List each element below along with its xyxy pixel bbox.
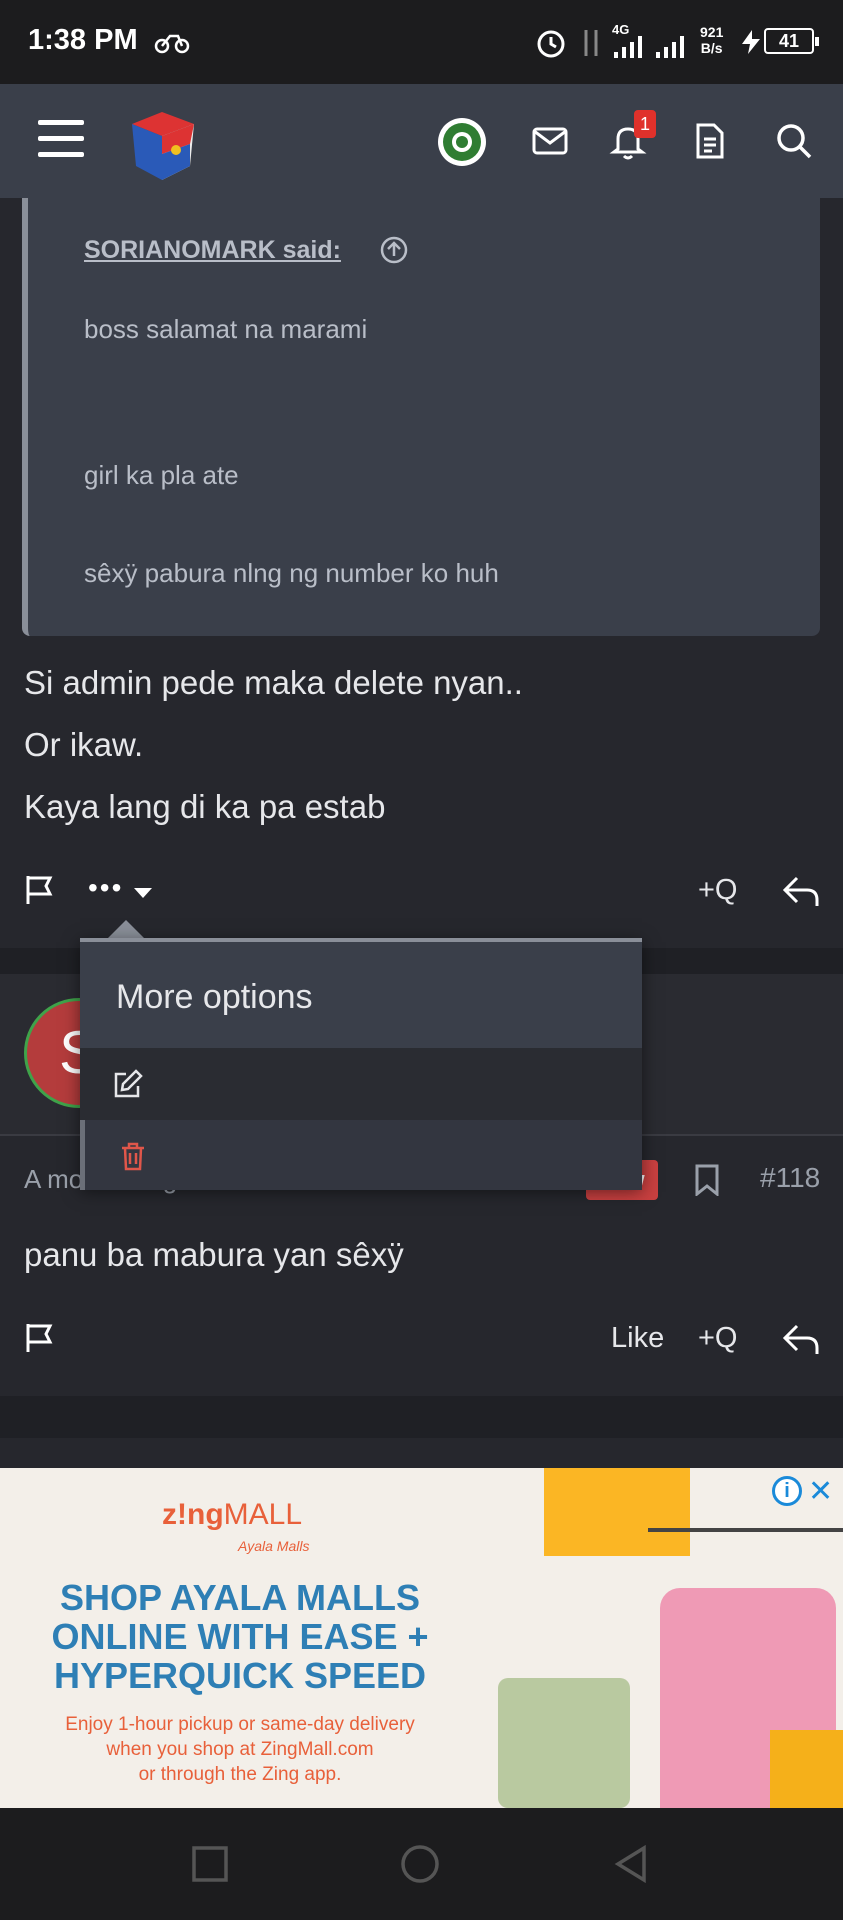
menu-item-delete[interactable]: [80, 1120, 642, 1190]
ad-body: Enjoy 1-hour pickup or same-day delivery…: [30, 1712, 450, 1787]
status-time: 1:38 PM: [28, 24, 138, 56]
reply-icon[interactable]: [781, 874, 821, 910]
recent-apps-icon[interactable]: [190, 1844, 230, 1884]
net-speed-value: 921: [700, 24, 724, 40]
site-logo[interactable]: [122, 104, 202, 184]
ad-headline-line: HYPERQUICK SPEED: [53, 1655, 427, 1696]
edit-icon: [114, 1069, 143, 1098]
ad-decoration: [648, 1528, 843, 1532]
motorbike-icon: [154, 34, 190, 54]
quote-line: boss salamat na marami: [84, 314, 368, 344]
document-icon[interactable]: [688, 119, 732, 163]
net-speed: 921 B/s: [700, 24, 723, 56]
ad-headline-line: ONLINE WITH EASE +: [51, 1616, 429, 1657]
ad-body-line: Enjoy 1-hour pickup or same-day delivery: [65, 1714, 415, 1735]
battery-level: 41: [764, 28, 819, 54]
quote-line: girl ka pla ate: [84, 460, 239, 490]
mail-icon[interactable]: [528, 119, 572, 163]
menu-title: More options: [116, 978, 313, 1016]
advertisement-banner[interactable]: z!ngMALL Ayala Malls SHOP AYALA MALLS ON…: [0, 1468, 843, 1808]
ad-logo-zing: z!ng: [162, 1498, 224, 1531]
post-text-line: Or ikaw.: [24, 726, 144, 763]
menu-pointer: [106, 920, 146, 940]
trash-icon: [122, 1142, 144, 1171]
ad-product-image: [498, 1678, 630, 1808]
ad-logo: z!ngMALL: [162, 1498, 302, 1532]
signal-icon: [614, 36, 684, 58]
user-avatar-icon[interactable]: [436, 116, 488, 168]
post-divider: [0, 1396, 843, 1438]
alarm-icon: [537, 30, 565, 58]
ad-close-icon[interactable]: ✕: [808, 1474, 833, 1509]
like-button[interactable]: Like: [611, 1322, 664, 1355]
home-icon[interactable]: [400, 1844, 440, 1884]
post-text-line: Kaya lang di ka pa estab: [24, 788, 386, 825]
status-bar: 1:38 PM 4G 921 B/s 41: [0, 0, 843, 84]
data-transfer-icon: [584, 30, 598, 56]
post-text: panu ba mabura yan sêxÿ: [24, 1236, 404, 1273]
network-type: 4G: [612, 22, 630, 37]
charging-icon: [742, 30, 760, 54]
quote-block: SORIANOMARK said: boss salamat na marami…: [22, 198, 820, 636]
ad-body-line: or through the Zing app.: [138, 1764, 342, 1785]
search-icon[interactable]: [772, 119, 816, 163]
menu-icon[interactable]: [38, 120, 84, 160]
quote-author-link[interactable]: SORIANOMARK said:: [84, 236, 341, 265]
post-text-line: Si admin pede maka delete nyan..: [24, 664, 523, 701]
ad-decoration: [770, 1730, 843, 1808]
multi-quote-button[interactable]: +Q: [698, 874, 738, 907]
report-flag-icon[interactable]: [24, 1322, 56, 1354]
chevron-down-icon[interactable]: [134, 888, 152, 898]
report-flag-icon[interactable]: [24, 874, 56, 906]
back-icon[interactable]: [612, 1844, 652, 1884]
system-navigation-bar: [0, 1808, 843, 1920]
ad-logo-sub: Ayala Malls: [238, 1538, 310, 1554]
top-navigation: 1: [0, 84, 843, 198]
notification-badge: 1: [634, 110, 656, 138]
more-options-menu: More options: [80, 938, 642, 1190]
more-options-button[interactable]: •••: [88, 872, 123, 904]
arrow-up-circle-icon[interactable]: [380, 236, 408, 264]
menu-item-edit[interactable]: [80, 1048, 642, 1118]
ad-logo-mall: MALL: [223, 1498, 303, 1531]
net-speed-unit: B/s: [700, 40, 723, 56]
ad-info-icon[interactable]: i: [772, 1476, 802, 1506]
reply-icon[interactable]: [781, 1322, 821, 1358]
post-number-link[interactable]: #118: [760, 1162, 820, 1194]
ad-body-line: when you shop at ZingMall.com: [106, 1739, 374, 1760]
bookmark-icon[interactable]: [694, 1164, 720, 1196]
ad-headline-line: SHOP AYALA MALLS: [59, 1577, 421, 1618]
ad-decoration: [544, 1468, 690, 1556]
ad-headline: SHOP AYALA MALLS ONLINE WITH EASE + HYPE…: [30, 1578, 450, 1695]
quote-line: sêxÿ pabura nlng ng number ko huh: [84, 558, 499, 588]
multi-quote-button[interactable]: +Q: [698, 1322, 738, 1355]
menu-header: More options: [80, 942, 642, 1048]
